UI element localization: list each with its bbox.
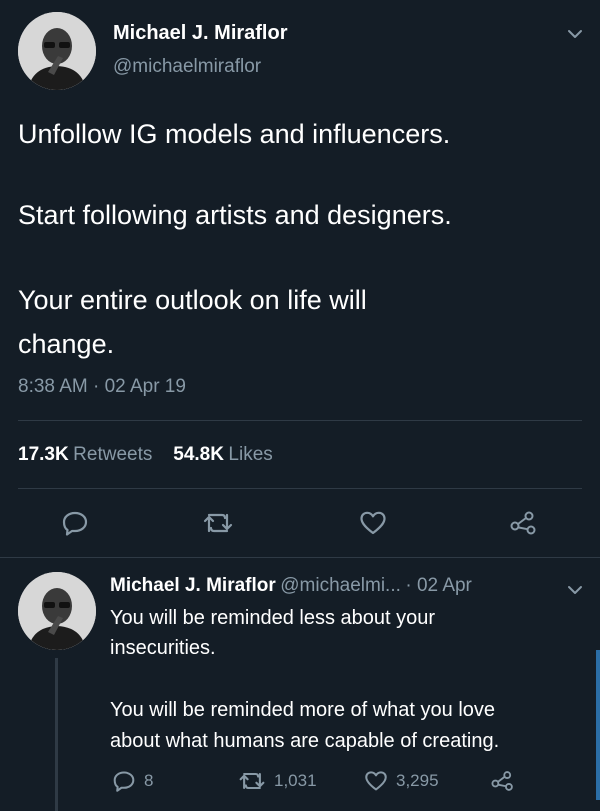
reply-like-button[interactable]: 3,295 <box>364 768 439 794</box>
reply-text-line-4: about what humans are capable of creatin… <box>110 730 500 752</box>
like-button[interactable] <box>356 508 390 538</box>
reply-icon <box>113 771 135 792</box>
heart-icon <box>365 771 387 791</box>
avatar-image <box>18 12 96 90</box>
reply-share-button[interactable] <box>490 768 516 794</box>
avatar[interactable] <box>18 12 96 90</box>
likes-count: 54.8K <box>173 444 224 465</box>
thread-line <box>55 658 58 811</box>
tweet-text-line-4: change. <box>18 329 115 359</box>
avatar-image <box>18 572 96 650</box>
share-icon <box>510 511 536 535</box>
share-button[interactable] <box>506 508 542 538</box>
reply-button[interactable] <box>58 508 92 538</box>
reply-retweet-count: 1,031 <box>274 771 317 790</box>
tweet-text-line-3: Your entire outlook on life will <box>18 285 367 315</box>
reply-text-line-2: insecurities. <box>110 637 216 659</box>
author-handle[interactable]: @michaelmiraflor <box>113 56 261 78</box>
retweet-button[interactable] <box>200 508 236 538</box>
reply-text-line-3: You will be reminded more of what you lo… <box>110 699 496 721</box>
reply-like-count: 3,295 <box>396 771 439 790</box>
likes-label: Likes <box>228 444 273 465</box>
retweets-count: 17.3K <box>18 444 69 465</box>
reply-date: · 02 Apr <box>405 575 472 596</box>
chevron-down-icon[interactable] <box>564 580 586 600</box>
scrollbar[interactable] <box>596 650 600 800</box>
tweet-timestamp[interactable]: 8:38 AM · 02 Apr 19 <box>18 376 186 398</box>
reply-author-name[interactable]: Michael J. Miraflor <box>110 575 276 596</box>
divider <box>0 557 600 558</box>
reply-header: Michael J. Miraflor @michaelmi... · 02 A… <box>110 575 472 597</box>
retweet-icon <box>239 772 265 790</box>
reply-count: 8 <box>144 771 154 790</box>
reply-text-line-1: You will be reminded less about your <box>110 607 436 629</box>
avatar[interactable] <box>18 572 96 650</box>
author-name[interactable]: Michael J. Miraflor <box>113 22 288 45</box>
share-icon <box>491 771 513 791</box>
reply-retweet-button[interactable]: 1,031 <box>238 768 317 794</box>
heart-icon <box>360 511 386 535</box>
divider <box>18 420 582 421</box>
retweets-label: Retweets <box>73 444 153 465</box>
divider <box>18 488 582 489</box>
retweet-icon <box>203 513 233 533</box>
tweet-text-line-1: Unfollow IG models and influencers. <box>18 119 451 149</box>
reply-reply-button[interactable]: 8 <box>112 768 153 794</box>
reply-icon <box>62 511 88 536</box>
reply-author-handle[interactable]: @michaelmi... <box>280 575 401 596</box>
tweet-text-line-2: Start following artists and designers. <box>18 200 452 230</box>
chevron-down-icon[interactable] <box>564 24 586 44</box>
likes-stat[interactable]: 54.8K Likes <box>173 444 273 465</box>
retweets-stat[interactable]: 17.3K Retweets <box>18 444 157 465</box>
tweet-stats: 17.3K Retweets 54.8K Likes <box>18 444 273 466</box>
